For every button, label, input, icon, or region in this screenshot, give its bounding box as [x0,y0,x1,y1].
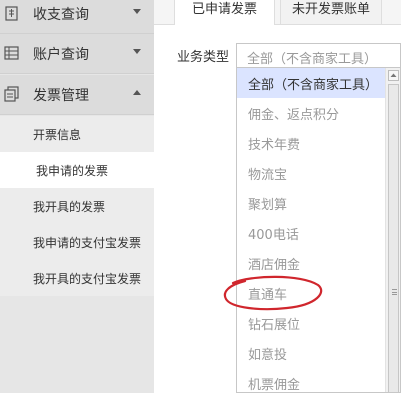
chevron-up-icon [133,90,141,95]
select-value: 全部（不含商家工具） [247,52,378,67]
grid-icon [4,46,19,60]
tab-requested-invoices[interactable]: 已申请发票 [174,0,275,25]
submenu-label: 我申请的支付宝发票 [33,236,142,250]
option-label: 直通车 [248,288,288,303]
dropdown-option[interactable]: 直通车 [237,278,385,308]
chevron-up-icon [390,73,397,77]
option-label: 如意投 [248,348,288,363]
dropdown-option[interactable]: 全部（不含商家工具） [237,68,385,98]
scroll-thumb[interactable] [388,84,399,392]
business-type-select[interactable]: 全部（不含商家工具） [236,43,401,68]
menu-income-query[interactable]: 收支查询 [0,0,154,34]
submenu-my-issued-invoices[interactable]: 我开具的发票 [0,188,154,224]
dropdown-option[interactable]: 如意投 [237,338,385,368]
dropdown-option[interactable]: 技术年费 [237,128,385,158]
option-label: 钻石展位 [248,318,301,333]
option-label: 佣金、返点积分 [248,108,340,123]
chevron-down-icon [133,9,141,14]
option-label: 物流宝 [248,168,288,183]
option-label: 400电话 [248,228,299,243]
submenu-my-requested-alipay-invoices[interactable]: 我申请的支付宝发票 [0,224,154,260]
scroll-grip-icon [392,289,397,295]
submenu-my-issued-alipay-invoices[interactable]: 我开具的支付宝发票 [0,260,154,296]
dropdown-option[interactable]: 钻石展位 [237,308,385,338]
ledger-icon [5,6,18,21]
option-label: 酒店佣金 [248,258,301,273]
option-label: 全部（不含商家工具） [248,78,379,93]
sidebar: 收支查询 账户查询 发票管理 开票信息 我申请的发票 我开具的发票 我申请的支付… [0,0,154,393]
submenu-label: 我申请的发票 [36,164,109,178]
dropdown-option[interactable]: 酒店佣金 [237,248,385,278]
tab-label: 已申请发票 [191,2,257,17]
dropdown-option[interactable]: 物流宝 [237,158,385,188]
menu-label: 账户查询 [33,47,89,63]
menu-label: 收支查询 [33,7,89,23]
tab-unbilled-statements[interactable]: 未开发票账单 [280,0,382,24]
option-label: 技术年费 [248,138,301,153]
dropdown-option[interactable]: 佣金、返点积分 [237,98,385,128]
submenu-label: 我开具的支付宝发票 [33,272,142,286]
option-label: 机票佣金 [248,378,301,393]
business-type-dropdown: 全部（不含商家工具） 佣金、返点积分 技术年费 物流宝 聚划算 400电话 酒店… [236,68,401,393]
dropdown-option[interactable]: 机票佣金 [237,368,385,393]
submenu-my-requested-invoices[interactable]: 我申请的发票 [0,152,154,188]
scroll-up-button[interactable] [388,70,399,81]
tab-label: 未开发票账单 [291,2,370,17]
dropdown-option[interactable]: 400电话 [237,218,385,248]
dropdown-option[interactable]: 聚划算 [237,188,385,218]
menu-label: 发票管理 [33,88,89,104]
invoice-icon [4,86,19,102]
submenu-label: 开票信息 [33,128,82,142]
chevron-down-icon [133,49,141,54]
menu-account-query[interactable]: 账户查询 [0,34,154,74]
dropdown-scrollbar[interactable] [385,68,400,392]
submenu-label: 我开具的发票 [33,200,106,214]
business-type-label: 业务类型 [177,50,230,65]
option-label: 聚划算 [248,198,288,213]
submenu-invoice-info[interactable]: 开票信息 [0,116,154,152]
menu-invoice-management[interactable]: 发票管理 [0,75,154,115]
